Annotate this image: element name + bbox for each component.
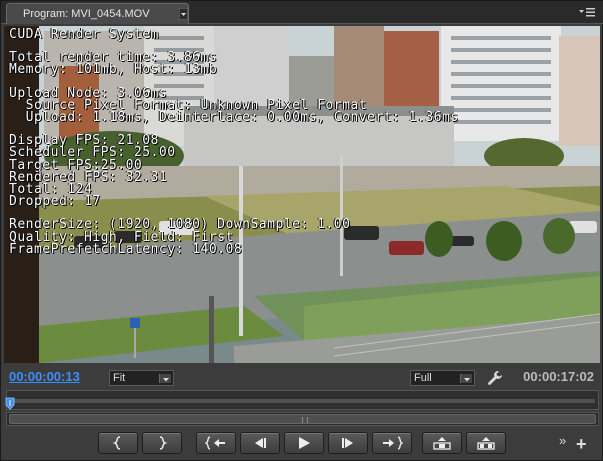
mark-in-button[interactable] — [98, 432, 138, 454]
step-forward-button[interactable] — [328, 432, 368, 454]
render-stats-overlay: CUDA Render System Total render time: 3.8… — [9, 27, 459, 257]
panel-menu-icon[interactable] — [578, 6, 596, 18]
tab-title: Program: MVI_0454.MOV — [23, 8, 150, 20]
overlay-line: Memory: 101mb, Host: 13mb — [9, 62, 218, 78]
scrollbar-thumb[interactable] — [9, 414, 596, 424]
current-timecode[interactable]: 00:00:00:13 — [9, 369, 80, 384]
lift-button[interactable] — [422, 432, 462, 454]
program-monitor-panel: Program: MVI_0454.MOV CUDA Render System… — [0, 0, 603, 461]
mark-out-icon — [159, 436, 168, 450]
go-to-out-icon — [383, 436, 403, 450]
video-viewport[interactable]: CUDA Render System Total render time: 3.8… — [4, 26, 600, 363]
go-to-in-button[interactable] — [196, 432, 236, 454]
mark-out-button[interactable] — [142, 432, 182, 454]
zoom-scrollbar[interactable] — [6, 412, 599, 426]
overlay-line: FramePrefetchLatency: 140.08 — [9, 241, 243, 257]
ruler-track — [9, 399, 595, 403]
playback-resolution-select[interactable]: Full — [410, 370, 475, 386]
step-back-button[interactable] — [240, 432, 280, 454]
tab-dropdown-icon[interactable] — [179, 8, 188, 20]
button-editor-plus-icon[interactable]: + — [576, 435, 587, 453]
play-button[interactable] — [284, 432, 324, 454]
chevron-down-icon — [159, 374, 171, 383]
chevron-down-icon — [460, 374, 472, 383]
extract-icon — [477, 437, 495, 450]
zoom-level-select[interactable]: Fit — [109, 370, 174, 386]
duration-timecode: 00:00:17:02 — [523, 369, 594, 384]
step-back-icon — [255, 438, 266, 448]
play-icon — [299, 437, 310, 449]
mark-in-icon — [112, 436, 121, 450]
settings-wrench-icon[interactable] — [487, 370, 503, 386]
playhead-icon[interactable] — [5, 397, 15, 411]
tab-program[interactable]: Program: MVI_0454.MOV — [6, 3, 189, 24]
zoom-level-value: Fit — [113, 372, 126, 384]
extract-button[interactable] — [466, 432, 506, 454]
monitor-controls-row: 00:00:00:13 Fit Full 00:00:17:02 — [1, 366, 603, 388]
overlay-line: Dropped: 17 — [9, 194, 101, 210]
go-to-in-icon — [205, 436, 225, 450]
step-forward-icon — [342, 438, 353, 448]
lift-icon — [433, 437, 451, 450]
tab-bar: Program: MVI_0454.MOV — [1, 1, 603, 24]
timeline-ruler[interactable] — [6, 390, 599, 410]
overlay-line: Upload: 1.18ms, Deinterlace: 0.00ms, Con… — [9, 110, 459, 126]
overlay-line: CUDA Render System — [9, 27, 159, 42]
more-controls-chevron-icon[interactable]: » — [559, 433, 566, 448]
grip-icon — [302, 417, 308, 423]
playback-resolution-value: Full — [414, 372, 432, 384]
go-to-out-button[interactable] — [372, 432, 412, 454]
